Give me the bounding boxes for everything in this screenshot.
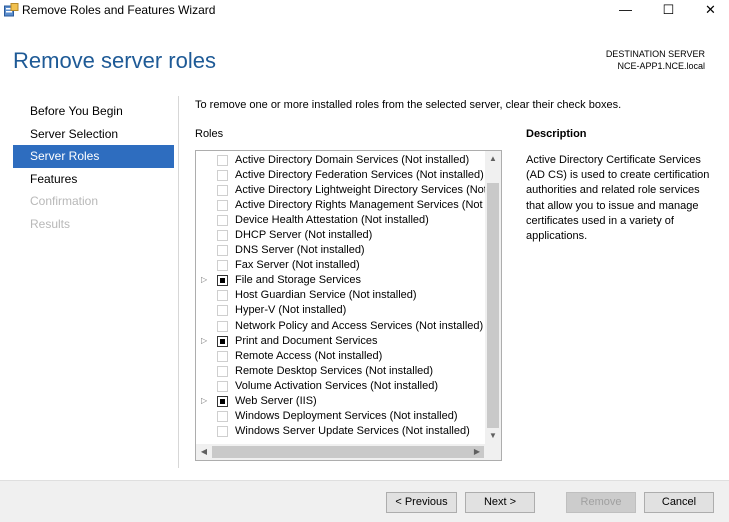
role-row[interactable]: Active Directory Federation Services (No… [196,168,486,183]
role-row[interactable]: Active Directory Rights Management Servi… [196,198,486,213]
scroll-right-arrow-icon[interactable]: ▶ [469,444,485,460]
expand-arrow-icon[interactable]: ▷ [201,335,211,347]
role-checkbox[interactable] [217,185,228,197]
role-checkbox[interactable] [217,230,228,242]
role-label: Network Policy and Access Services (Not … [235,319,484,332]
role-row[interactable]: Remote Desktop Services (Not installed) [196,364,486,379]
title-bar: Remove Roles and Features Wizard — ☐ ✕ [0,0,729,22]
role-row[interactable]: DHCP Server (Not installed) [196,228,486,243]
role-checkbox[interactable] [217,170,228,182]
scroll-down-arrow-icon[interactable]: ▼ [485,428,501,444]
description-label: Description [526,128,587,140]
role-label: DNS Server (Not installed) [235,244,365,257]
server-manager-icon [4,3,19,17]
role-label: Fax Server (Not installed) [235,259,360,272]
role-label: Active Directory Lightweight Directory S… [235,184,486,197]
horizontal-scroll-thumb[interactable] [212,446,484,458]
role-checkbox[interactable] [217,215,228,227]
role-row[interactable]: Volume Activation Services (Not installe… [196,379,486,394]
close-button[interactable]: ✕ [688,0,729,22]
horizontal-scrollbar[interactable]: ◀ ▶ [196,444,501,460]
nav-item-confirmation: Confirmation [30,194,99,209]
role-checkbox[interactable] [217,155,228,166]
role-row[interactable]: Hyper-V (Not installed) [196,303,486,318]
role-label: Print and Document Services [235,334,378,347]
role-row[interactable]: Active Directory Domain Services (Not in… [196,153,486,168]
window-title: Remove Roles and Features Wizard [22,3,216,17]
nav-item-features[interactable]: Features [13,168,174,191]
previous-button[interactable]: < Previous [386,492,457,513]
role-row[interactable]: Active Directory Lightweight Directory S… [196,183,486,198]
role-row[interactable]: ▷ File and Storage Services [196,273,486,288]
role-checkbox[interactable] [217,350,228,362]
role-checkbox[interactable] [217,245,228,257]
role-row[interactable]: Windows Deployment Services (Not install… [196,409,486,424]
destination-server-info: DESTINATION SERVER NCE-APP1.NCE.local [606,48,705,72]
role-label: Hyper-V (Not installed) [235,304,347,317]
role-label: File and Storage Services [235,274,361,287]
role-label: Active Directory Rights Management Servi… [235,199,486,212]
remove-button: Remove [566,492,636,513]
vertical-scrollbar[interactable]: ▲ ▼ [485,151,501,444]
expand-arrow-icon[interactable]: ▷ [201,395,211,407]
role-label: DHCP Server (Not installed) [235,229,373,242]
role-checkbox[interactable] [217,275,228,287]
wizard-nav: Before You Begin Server Selection Server R… [13,100,174,236]
maximize-button[interactable]: ☐ [646,0,691,22]
role-label: Volume Activation Services (Not installe… [235,379,438,392]
nav-item-before-you-begin[interactable]: Before You Begin [13,100,174,123]
nav-item-server-roles[interactable]: Server Roles [13,145,174,168]
role-checkbox[interactable] [217,320,228,332]
nav-item-server-selection[interactable]: Server Selection [13,123,174,146]
minimize-button[interactable]: — [603,0,648,22]
role-label: Active Directory Federation Services (No… [235,169,484,182]
role-row[interactable]: Windows Server Update Services (Not inst… [196,424,486,439]
cancel-button[interactable]: Cancel [644,492,714,513]
destination-label: DESTINATION SERVER [605,49,705,59]
role-row[interactable]: Fax Server (Not installed) [196,258,486,273]
next-button[interactable]: Next > [465,492,535,513]
wizard-footer: < Previous Next > Remove Cancel [0,480,729,522]
scroll-left-arrow-icon[interactable]: ◀ [196,444,212,460]
divider [178,96,179,468]
role-label: Host Guardian Service (Not installed) [235,289,417,302]
expand-arrow-icon[interactable]: ▷ [201,274,211,286]
role-label: Remote Desktop Services (Not installed) [235,364,434,377]
role-checkbox[interactable] [217,260,228,272]
roles-list[interactable]: Active Directory Domain Services (Not in… [195,150,502,461]
role-checkbox[interactable] [217,200,228,212]
role-row[interactable]: Device Health Attestation (Not installed… [196,213,486,228]
role-checkbox[interactable] [217,395,228,407]
role-label: Active Directory Domain Services (Not in… [235,154,470,166]
role-label: Windows Server Update Services (Not inst… [235,424,470,437]
role-row[interactable]: Network Policy and Access Services (Not … [196,319,486,334]
roles-label: Roles [195,128,224,140]
role-checkbox[interactable] [217,290,228,302]
role-label: Device Health Attestation (Not installed… [235,214,429,227]
nav-item-results: Results [30,216,71,231]
role-label: Remote Access (Not installed) [235,349,383,362]
role-row[interactable]: Remote Access (Not installed) [196,349,486,364]
vertical-scroll-thumb[interactable] [487,183,499,428]
role-row[interactable]: DNS Server (Not installed) [196,243,486,258]
instruction-text: To remove one or more installed roles fr… [195,99,622,111]
description-text: Active Directory Certificate Services (A… [526,154,710,243]
role-row[interactable]: Host Guardian Service (Not installed) [196,288,486,303]
role-label: Windows Deployment Services (Not install… [235,409,458,422]
role-row[interactable]: ▷ Web Server (IIS) [196,394,486,409]
destination-server-name: NCE-APP1.NCE.local [617,61,705,71]
role-checkbox[interactable] [217,305,228,317]
role-checkbox[interactable] [217,335,228,347]
role-row[interactable]: ▷ Print and Document Services [196,334,486,349]
role-checkbox[interactable] [217,365,228,377]
role-checkbox[interactable] [217,410,228,422]
page-title: Remove server roles [13,48,216,73]
role-checkbox[interactable] [217,425,228,437]
role-checkbox[interactable] [217,380,228,392]
scroll-up-arrow-icon[interactable]: ▲ [485,151,501,167]
role-label: Web Server (IIS) [235,394,317,407]
